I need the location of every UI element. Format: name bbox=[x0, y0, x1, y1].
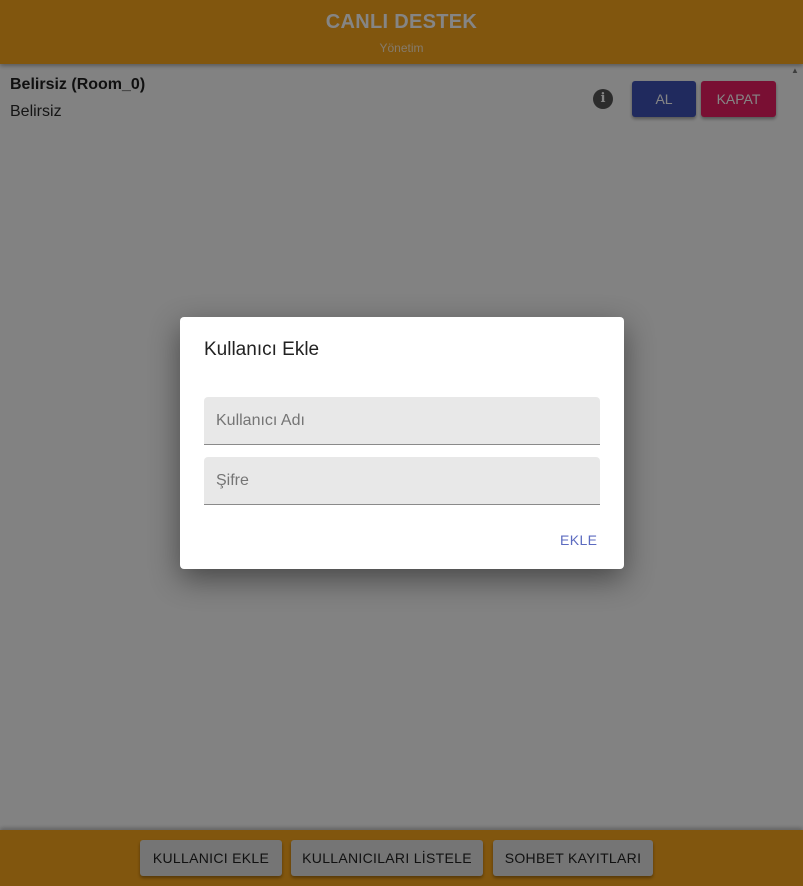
dialog-title: Kullanıcı Ekle bbox=[204, 339, 320, 360]
submit-add-user-button[interactable]: EKLE bbox=[560, 532, 597, 548]
username-input[interactable] bbox=[204, 397, 600, 444]
password-input[interactable] bbox=[204, 457, 600, 504]
password-field bbox=[204, 457, 600, 505]
add-user-dialog: Kullanıcı Ekle EKLE bbox=[180, 317, 624, 569]
username-field bbox=[204, 397, 600, 445]
